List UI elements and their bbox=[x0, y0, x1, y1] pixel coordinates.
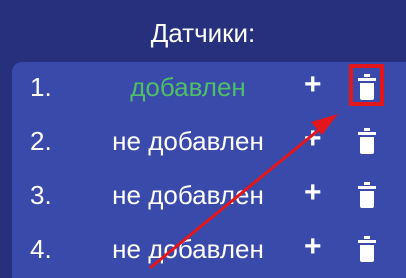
annotation-arrow bbox=[149, 114, 338, 270]
